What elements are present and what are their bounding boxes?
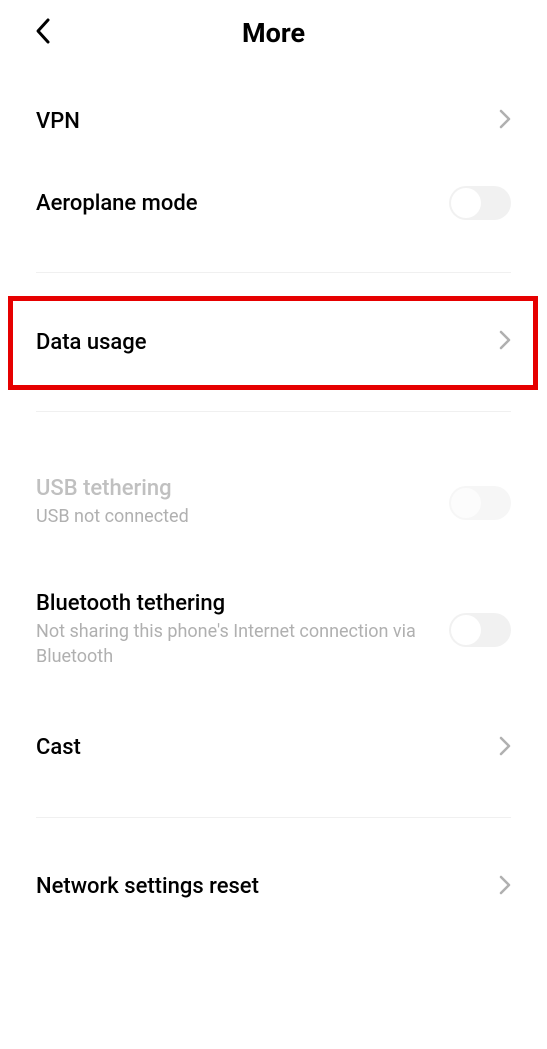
chevron-right-icon [499, 875, 511, 899]
row-vpn[interactable]: VPN [0, 80, 547, 162]
row-sub: Not sharing this phone's Internet connec… [36, 620, 429, 669]
row-network-settings-reset[interactable]: Network settings reset [0, 846, 547, 928]
toggle-knob [451, 188, 481, 218]
row-data-usage[interactable]: Data usage [0, 301, 547, 383]
row-label: Data usage [36, 330, 479, 355]
row-cast[interactable]: Cast [0, 707, 547, 789]
row-label: Network settings reset [36, 874, 479, 899]
row-aeroplane-mode: Aeroplane mode [0, 162, 547, 244]
chevron-left-icon [34, 17, 52, 45]
toggle-knob [451, 615, 481, 645]
aeroplane-mode-toggle[interactable] [449, 186, 511, 220]
back-button[interactable] [30, 13, 56, 53]
usb-tethering-toggle [449, 486, 511, 520]
row-sub: USB not connected [36, 505, 429, 529]
settings-list: VPN Aeroplane mode Data usage USB tether… [0, 66, 547, 928]
chevron-right-icon [499, 736, 511, 760]
toggle-knob [451, 488, 481, 518]
row-bluetooth-tethering: Bluetooth tethering Not sharing this pho… [0, 567, 547, 693]
row-label: VPN [36, 109, 479, 134]
row-label: USB tethering [36, 476, 429, 501]
chevron-right-icon [499, 109, 511, 133]
bluetooth-tethering-toggle[interactable] [449, 613, 511, 647]
page-title: More [30, 17, 517, 49]
row-usb-tethering: USB tethering USB not connected [0, 452, 547, 553]
row-label: Cast [36, 735, 479, 760]
row-label: Aeroplane mode [36, 191, 429, 216]
chevron-right-icon [499, 330, 511, 354]
header: More [0, 0, 547, 66]
row-label: Bluetooth tethering [36, 591, 429, 616]
